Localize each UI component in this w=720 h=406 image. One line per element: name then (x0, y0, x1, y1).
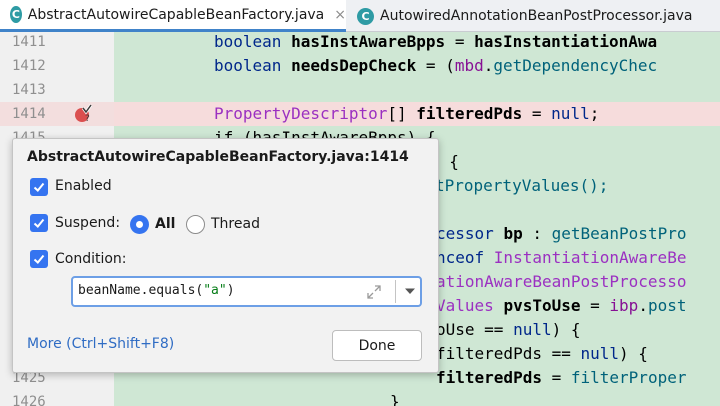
code-line-1420: nceof InstantiationAwareBe (436, 248, 687, 267)
code-line-1411: boolean hasInstAwareBpps = hasInstantiat… (214, 32, 658, 51)
enabled-checkbox[interactable] (30, 178, 48, 196)
line-number: 1413 (12, 82, 46, 98)
tab-label: AutowiredAnnotationBeanPostProcessor.jav… (380, 8, 693, 24)
line-number: 1412 (12, 58, 46, 74)
line-number: 1426 (12, 394, 46, 406)
code-line-1424: filteredPds == null) { (436, 344, 648, 363)
checkmark-icon (33, 182, 45, 192)
code-line-1421: ationAwareBeanPostProcesso (436, 272, 687, 291)
suspend-label[interactable]: Suspend: (55, 215, 120, 231)
code-line-1423: oUse == null) { (436, 320, 581, 339)
more-settings-link[interactable]: More (Ctrl+Shift+F8) (27, 336, 174, 352)
code-line-1419: cessor bp : getBeanPostPro (436, 224, 687, 243)
java-class-icon: C (357, 7, 374, 25)
tab-autowired-annotation-bean-post-processor[interactable]: C AutowiredAnnotationBeanPostProcessor.j… (347, 0, 720, 32)
code-line-1425: filteredPds = filterProper (436, 368, 687, 387)
suspend-thread-radio[interactable] (186, 215, 205, 234)
line-number: 1414 (12, 106, 46, 122)
enabled-label[interactable]: Enabled (55, 178, 112, 194)
suspend-all-radio[interactable] (130, 215, 149, 234)
line-number: 1411 (12, 34, 46, 50)
code-line-1417: tPropertyValues(); (435, 176, 609, 195)
code-line-1422: Values pvsToUse = ibp.post (436, 296, 687, 315)
suspend-all-label[interactable]: All (155, 216, 175, 232)
expand-editor-icon[interactable] (365, 283, 383, 301)
checkmark-icon (33, 254, 45, 264)
close-icon[interactable]: × (334, 7, 346, 23)
condition-input[interactable]: beanName.equals("a") (71, 276, 422, 307)
conditional-breakpoint-icon[interactable]: ? (73, 104, 93, 124)
condition-label[interactable]: Condition: (55, 251, 127, 267)
condition-text[interactable]: beanName.equals("a") (78, 283, 235, 298)
suspend-thread-label[interactable]: Thread (211, 216, 260, 232)
tab-label: AbstractAutowireCapableBeanFactory.java (27, 6, 325, 23)
condition-checkbox[interactable] (30, 250, 48, 268)
tab-abstract-autowire-capable-bean-factory[interactable]: C AbstractAutowireCapableBeanFactory.jav… (0, 0, 346, 32)
svg-text:?: ? (85, 114, 90, 124)
code-line-1412: boolean needsDepCheck = (mbd.getDependen… (214, 56, 658, 75)
java-class-icon: C (10, 6, 22, 23)
code-line-1426: } (390, 392, 400, 406)
code-line-1414: PropertyDescriptor[] filteredPds = null; (214, 104, 600, 123)
suspend-checkbox[interactable] (30, 214, 48, 232)
editor-tab-bar: C AbstractAutowireCapableBeanFactory.jav… (0, 0, 720, 32)
checkmark-icon (33, 218, 45, 228)
dropdown-separator (395, 280, 396, 303)
breakpoint-properties-popup: AbstractAutowireCapableBeanFactory.java:… (12, 138, 439, 373)
popup-title: AbstractAutowireCapableBeanFactory.java:… (27, 149, 409, 165)
done-button[interactable]: Done (332, 330, 422, 361)
chevron-down-icon[interactable] (404, 285, 416, 297)
